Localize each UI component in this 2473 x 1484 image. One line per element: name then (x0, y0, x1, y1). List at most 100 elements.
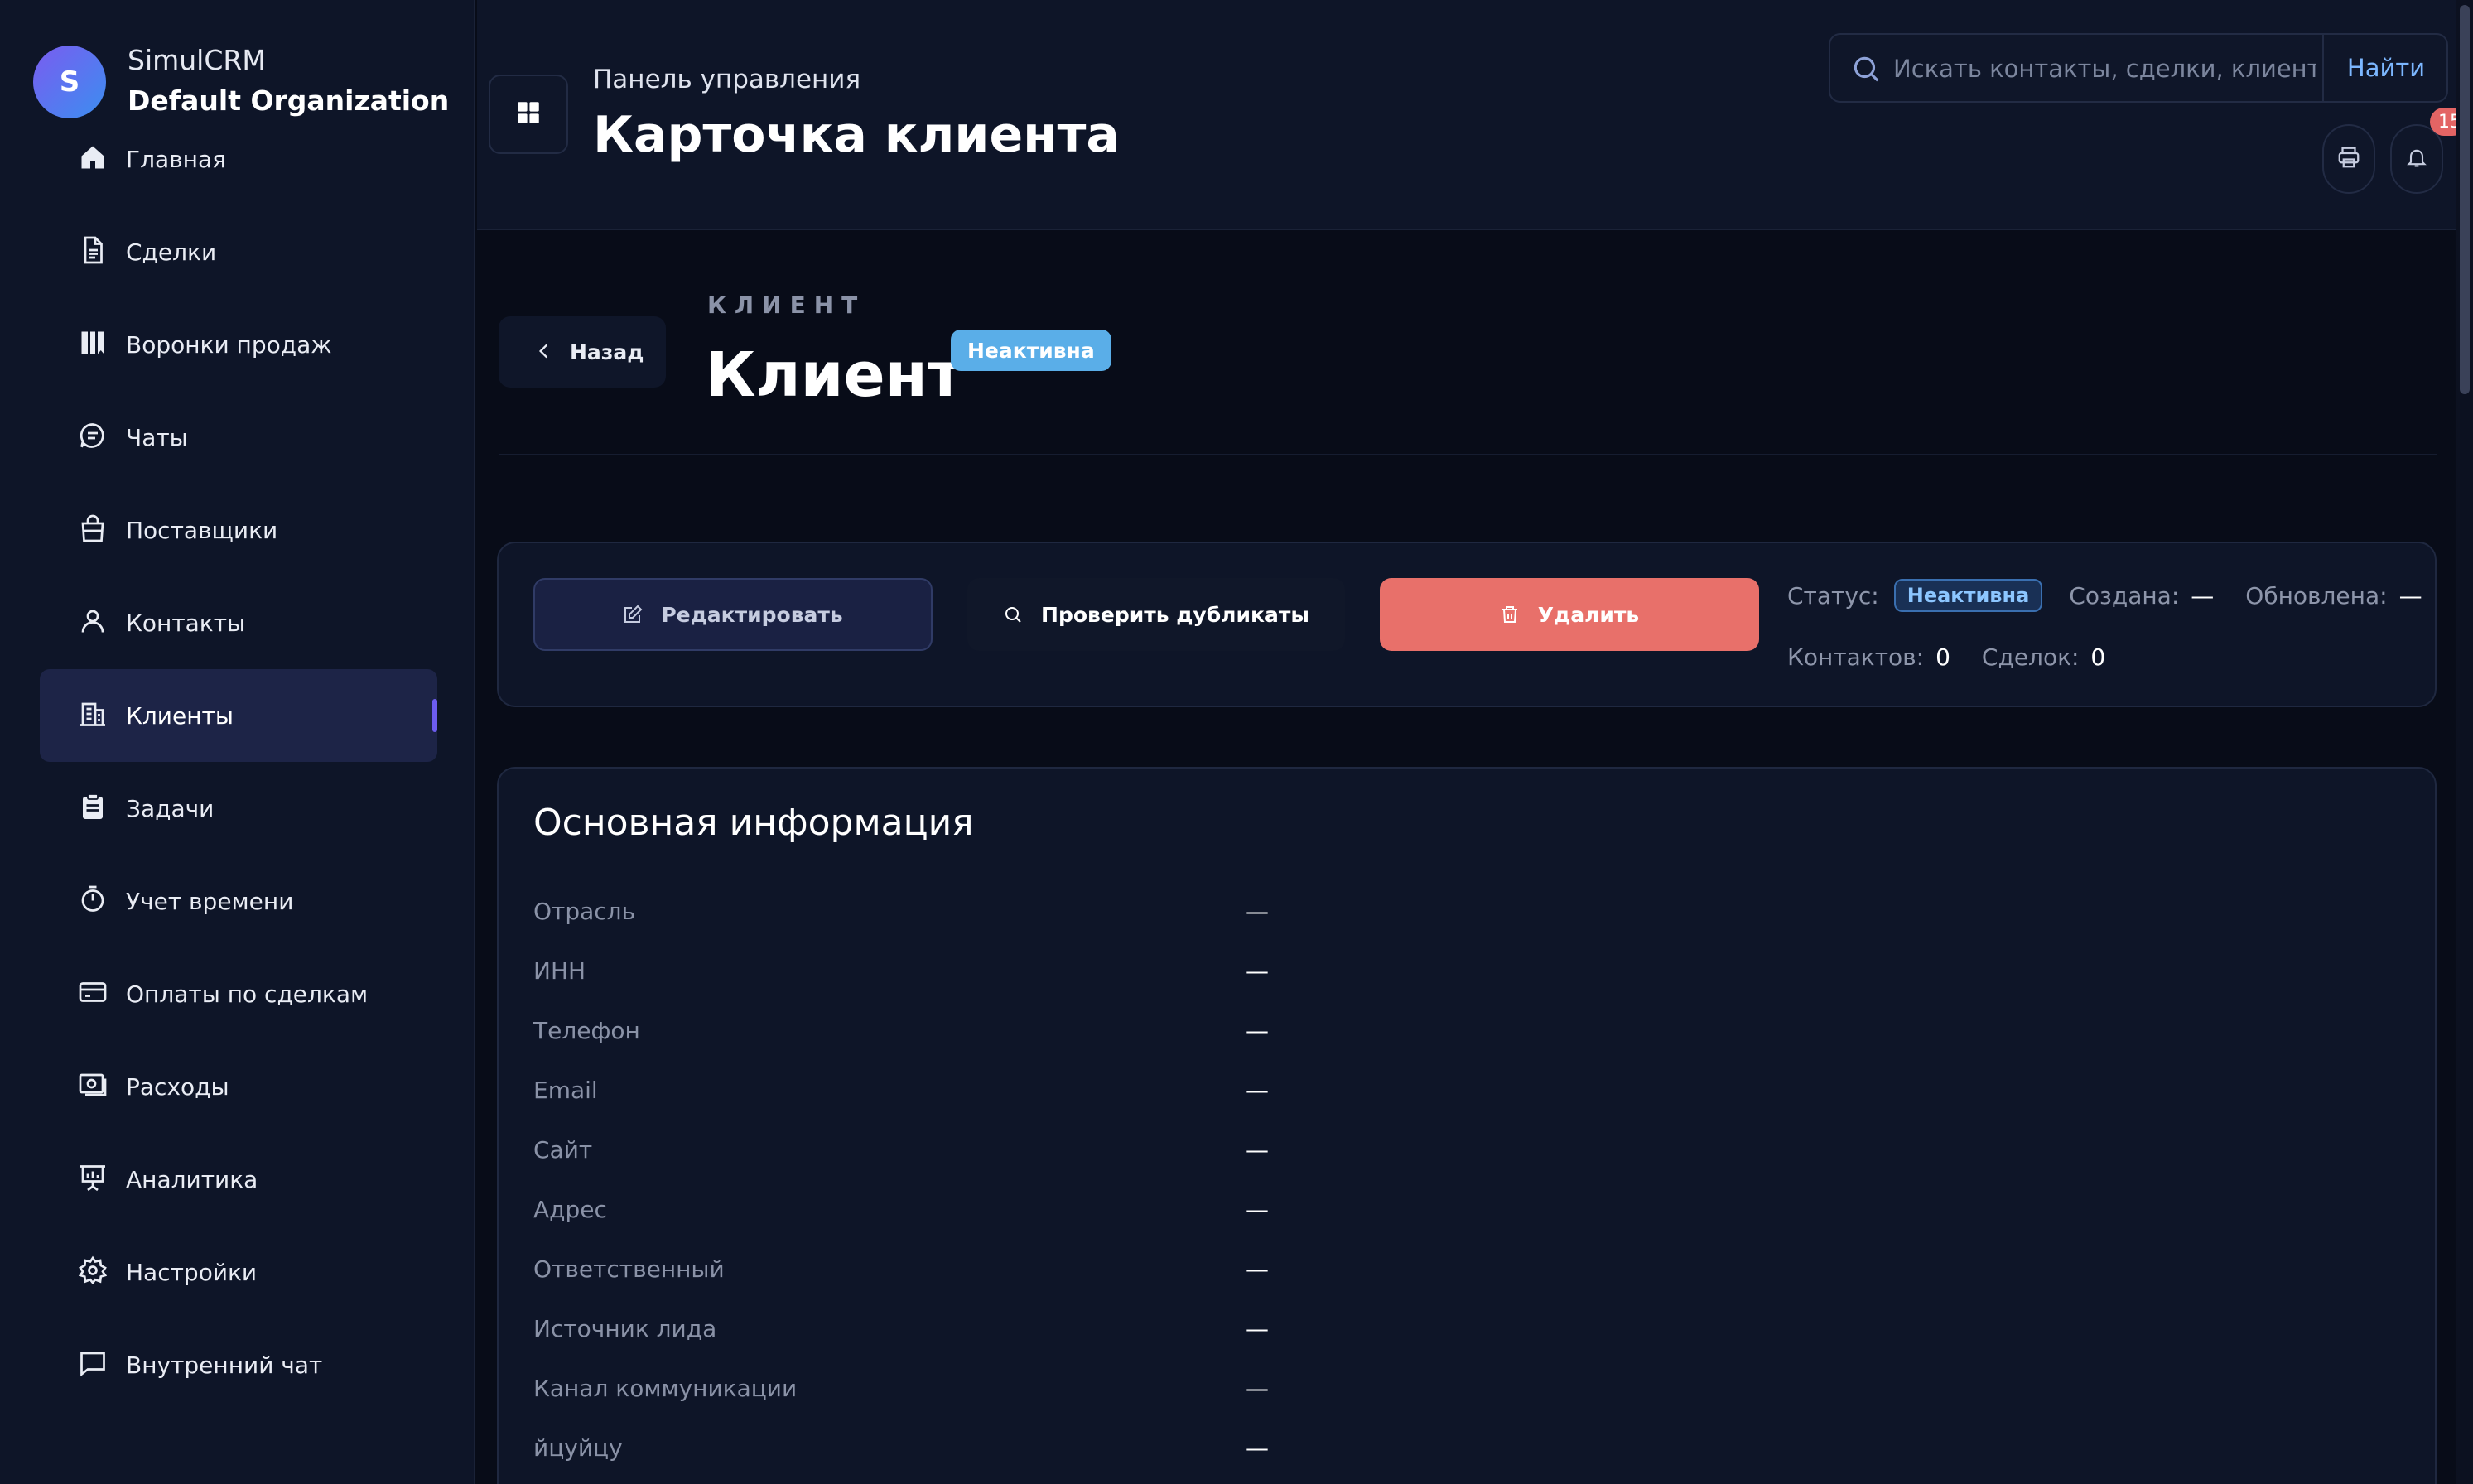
entity-title: Клиент (706, 340, 963, 411)
print-button[interactable] (2322, 124, 2375, 194)
sidebar-item-label: Контакты (126, 609, 246, 637)
sidebar-item-label: Сделки (126, 238, 217, 266)
sidebar-item-label: Клиенты (126, 701, 234, 730)
info-label: Адрес (533, 1196, 607, 1223)
user-icon (76, 605, 109, 638)
meta-row-counts: Контактов: 0 Сделок: 0 (1787, 639, 2137, 674)
breadcrumb[interactable]: Панель управления (593, 65, 860, 94)
meta-row-status: Статус: Неактивна Создана: — Обновлена: … (1787, 578, 2454, 613)
info-label: Телефон (533, 1017, 640, 1044)
sidebar-item-home[interactable]: Главная (40, 113, 437, 205)
bell-icon (2405, 146, 2428, 172)
sidebar-item-time-tracking[interactable]: Учет времени (40, 855, 437, 947)
sidebar-item-deals[interactable]: Сделки (40, 205, 437, 298)
sidebar-item-chats[interactable]: Чаты (40, 391, 437, 484)
info-row-lead-source: Источник лида — (533, 1315, 1693, 1348)
check-duplicates-button[interactable]: Проверить дубликаты (967, 578, 1345, 651)
trash-icon (1500, 605, 1520, 624)
sidebar-item-label: Настройки (126, 1258, 258, 1286)
sidebar-item-analytics[interactable]: Аналитика (40, 1133, 437, 1226)
sidebar-item-label: Поставщики (126, 516, 278, 544)
info-label: Источник лида (533, 1315, 717, 1342)
info-value: — (1246, 957, 1269, 985)
info-value: — (1246, 898, 1269, 925)
printer-icon (2336, 145, 2361, 173)
search-input[interactable] (1893, 48, 2316, 89)
app-name: SimulCRM (128, 44, 266, 76)
meta-created-label: Создана: (2069, 581, 2180, 610)
chevron-left-icon (533, 340, 555, 365)
entity-type-label: КЛИЕНТ (707, 292, 866, 319)
meta-updated-value: — (2398, 581, 2422, 610)
sidebar-item-label: Главная (126, 145, 226, 173)
sidebar-item-label: Задачи (126, 794, 215, 822)
org-avatar: S (33, 46, 106, 118)
notifications-button[interactable] (2390, 124, 2443, 194)
gear-icon (76, 1254, 109, 1287)
sidebar-item-funnels[interactable]: Воронки продаж (40, 298, 437, 391)
info-row-address: Адрес — (533, 1196, 1693, 1229)
sidebar: S SimulCRM Default Organization Главная … (0, 0, 475, 1484)
header-divider (499, 454, 2437, 455)
sidebar-item-contacts[interactable]: Контакты (40, 576, 437, 669)
meta-deals-value: 0 (2090, 643, 2106, 671)
main-info-title: Основная информация (533, 802, 974, 844)
info-value: — (1246, 1077, 1269, 1104)
app-root: S SimulCRM Default Organization Главная … (0, 0, 2473, 1484)
info-label: Email (533, 1077, 598, 1104)
card-icon (76, 976, 109, 1009)
sidebar-item-label: Учет времени (126, 887, 294, 915)
active-indicator (432, 699, 437, 732)
sidebar-item-suppliers[interactable]: Поставщики (40, 484, 437, 576)
info-label: Ответственный (533, 1255, 725, 1283)
edit-button[interactable]: Редактировать (533, 578, 933, 651)
money-icon (76, 1068, 109, 1101)
delete-button-label: Удалить (1537, 602, 1640, 627)
sidebar-item-tasks[interactable]: Задачи (40, 762, 437, 855)
delete-button[interactable]: Удалить (1380, 578, 1759, 651)
info-row-website: Сайт — (533, 1136, 1693, 1169)
edit-icon (623, 605, 643, 624)
sidebar-item-deal-payments[interactable]: Оплаты по сделкам (40, 947, 437, 1040)
sidebar-item-expenses[interactable]: Расходы (40, 1040, 437, 1133)
sidebar-item-label: Внутренний чат (126, 1351, 323, 1379)
info-row-owner: Ответственный — (533, 1255, 1693, 1289)
info-label: Канал коммуникации (533, 1375, 798, 1402)
back-button[interactable]: Назад (499, 316, 666, 388)
global-search: Найти (1829, 33, 2448, 103)
info-value: — (1246, 1196, 1269, 1223)
topbar: Панель управления Карточка клиента Найти… (477, 0, 2466, 230)
info-label: йцуйцу (533, 1434, 623, 1462)
sidebar-item-clients[interactable]: Клиенты (40, 669, 437, 762)
info-row-email: Email — (533, 1077, 1693, 1110)
meta-updated-label: Обновлена: (2245, 581, 2388, 610)
stopwatch-icon (76, 883, 109, 916)
meta-deals-label: Сделок: (1981, 643, 2080, 671)
sidebar-item-internal-chat[interactable]: Внутренний чат (40, 1318, 437, 1411)
info-row-phone: Телефон — (533, 1017, 1693, 1050)
info-label: Сайт (533, 1136, 593, 1164)
bag-icon (76, 512, 109, 545)
app-grid-button[interactable] (489, 75, 568, 154)
sidebar-item-label: Оплаты по сделкам (126, 980, 369, 1008)
info-value: — (1246, 1136, 1269, 1164)
info-value: — (1246, 1375, 1269, 1402)
check-duplicates-label: Проверить дубликаты (1041, 602, 1309, 627)
org-switcher[interactable]: S SimulCRM Default Organization (33, 41, 449, 123)
search-icon (1003, 605, 1023, 624)
chat-icon (76, 419, 109, 452)
sidebar-item-label: Чаты (126, 423, 188, 451)
info-label: Отрасль (533, 898, 636, 925)
sidebar-item-label: Расходы (126, 1072, 229, 1101)
search-submit-button[interactable]: Найти (2324, 35, 2448, 101)
meta-contacts-value: 0 (1935, 643, 1950, 671)
edit-button-label: Редактировать (661, 602, 843, 627)
info-row-channel: Канал коммуникации — (533, 1375, 1693, 1408)
presentation-icon (76, 1161, 109, 1194)
document-icon (76, 234, 109, 267)
sidebar-item-settings[interactable]: Настройки (40, 1226, 437, 1318)
page-scrollbar-thumb[interactable] (2460, 5, 2470, 394)
funnel-icon (76, 326, 109, 359)
meta-status-badge: Неактивна (1893, 579, 2043, 612)
message-icon (76, 1347, 109, 1380)
